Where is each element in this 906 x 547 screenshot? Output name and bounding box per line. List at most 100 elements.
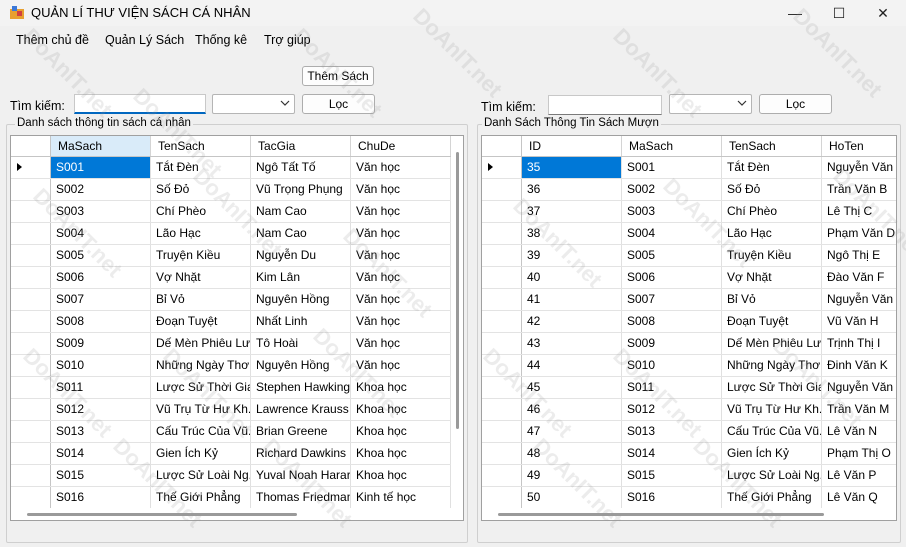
horizontal-scrollbar[interactable] — [482, 508, 896, 520]
grid-cell[interactable]: Gien Ích Kỷ — [722, 443, 822, 464]
grid-cell[interactable]: S001 — [622, 157, 722, 178]
grid-cell[interactable]: Dế Mèn Phiêu Lư... — [151, 333, 251, 354]
book-row[interactable]: S012 Vũ Trụ Từ Hư Kh... Lawrence Krauss Kho… — [11, 399, 451, 421]
grid-cell[interactable]: Yuval Noah Harari — [251, 465, 351, 486]
grid-cell[interactable]: Khoa học — [351, 377, 451, 398]
left-filter-combo[interactable] — [212, 94, 295, 114]
grid-cell[interactable]: Lược Sử Thời Gian — [151, 377, 251, 398]
grid-cell[interactable]: S015 — [51, 465, 151, 486]
book-row[interactable]: S013 Cấu Trúc Của Vũ... Brian Greene Khoa h… — [11, 421, 451, 443]
row-header[interactable] — [11, 245, 51, 266]
row-header[interactable] — [482, 399, 522, 420]
left-search-input[interactable] — [74, 94, 206, 114]
book-row[interactable]: S006 Vợ Nhặt Kim Lân Văn học — [11, 267, 451, 289]
borrowed-book-row[interactable]: 38 S004 Lão Hạc Phạm Văn D — [482, 223, 896, 245]
grid-cell[interactable]: 44 — [522, 355, 622, 376]
grid-cell[interactable]: Văn học — [351, 223, 451, 244]
grid-cell[interactable]: Lawrence Krauss — [251, 399, 351, 420]
grid-cell[interactable]: Lê Văn N — [822, 421, 896, 442]
grid-cell[interactable]: Truyện Kiều — [151, 245, 251, 266]
grid-cell[interactable]: Kinh tế học — [351, 487, 451, 508]
row-header[interactable] — [11, 223, 51, 244]
row-header[interactable] — [11, 267, 51, 288]
grid-cell[interactable]: S007 — [622, 289, 722, 310]
grid-cell[interactable]: Richard Dawkins — [251, 443, 351, 464]
grid-cell[interactable]: Nguyễn Du — [251, 245, 351, 266]
book-row[interactable]: S011 Lược Sử Thời Gian Stephen Hawking Khoa… — [11, 377, 451, 399]
book-row[interactable]: S014 Gien Ích Kỷ Richard Dawkins Khoa học — [11, 443, 451, 465]
menu-item-them-chu-de[interactable]: Thêm chủ đề — [16, 33, 89, 47]
row-header[interactable] — [482, 157, 522, 178]
grid-cell[interactable]: 43 — [522, 333, 622, 354]
grid-cell[interactable]: 40 — [522, 267, 622, 288]
borrowed-book-row[interactable]: 47 S013 Cấu Trúc Của Vũ... Lê Văn N — [482, 421, 896, 443]
grid-cell[interactable]: 47 — [522, 421, 622, 442]
grid-cell[interactable]: Tắt Đèn — [722, 157, 822, 178]
grid-cell[interactable]: S011 — [622, 377, 722, 398]
grid-cell[interactable]: 45 — [522, 377, 622, 398]
column-header-masach[interactable]: MaSach — [622, 136, 722, 156]
menu-item-thong-ke[interactable]: Thống kê — [195, 33, 247, 47]
book-row[interactable]: S005 Truyện Kiều Nguyễn Du Văn học — [11, 245, 451, 267]
borrowed-books-grid[interactable]: ID MaSach TenSach HoTen 35 S001 Tắt Đèn Ngu… — [481, 135, 897, 521]
row-header[interactable] — [11, 201, 51, 222]
column-header-id[interactable]: ID — [522, 136, 622, 156]
row-header[interactable] — [11, 333, 51, 354]
grid-cell[interactable]: S004 — [622, 223, 722, 244]
book-row[interactable]: S004 Lão Hạc Nam Cao Văn học — [11, 223, 451, 245]
row-header[interactable] — [11, 179, 51, 200]
row-header[interactable] — [482, 201, 522, 222]
book-row[interactable]: S003 Chí Phèo Nam Cao Văn học — [11, 201, 451, 223]
book-row[interactable]: S009 Dế Mèn Phiêu Lư... Tô Hoài Văn học — [11, 333, 451, 355]
row-header[interactable] — [11, 487, 51, 508]
grid-cell[interactable]: S002 — [51, 179, 151, 200]
grid-cell[interactable]: S008 — [51, 311, 151, 332]
grid-cell[interactable]: Số Đỏ — [151, 179, 251, 200]
grid-cell[interactable]: S005 — [622, 245, 722, 266]
grid-cell[interactable]: Vũ Trọng Phụng — [251, 179, 351, 200]
grid-cell[interactable]: 42 — [522, 311, 622, 332]
grid-cell[interactable]: S009 — [622, 333, 722, 354]
grid-cell[interactable]: Thế Giới Phẳng — [151, 487, 251, 508]
grid-cell[interactable]: Khoa học — [351, 421, 451, 442]
grid-cell[interactable]: Khoa học — [351, 399, 451, 420]
grid-cell[interactable]: S004 — [51, 223, 151, 244]
grid-cell[interactable]: Đoạn Tuyệt — [722, 311, 822, 332]
grid-cell[interactable]: S015 — [622, 465, 722, 486]
grid-cell[interactable]: Thế Giới Phẳng — [722, 487, 822, 508]
grid-cell[interactable]: Kim Lân — [251, 267, 351, 288]
borrowed-book-row[interactable]: 44 S010 Những Ngày Thơ... Đinh Văn K — [482, 355, 896, 377]
grid-cell[interactable]: 39 — [522, 245, 622, 266]
minimize-button[interactable]: — — [772, 0, 818, 26]
row-header[interactable] — [482, 355, 522, 376]
grid-cell[interactable]: Lược Sử Thời Gian — [722, 377, 822, 398]
grid-cell[interactable]: Truyện Kiều — [722, 245, 822, 266]
grid-cell[interactable]: Vợ Nhặt — [722, 267, 822, 288]
menu-item-quan-ly-sach[interactable]: Quản Lý Sách — [105, 33, 184, 47]
grid-cell[interactable]: 46 — [522, 399, 622, 420]
grid-cell[interactable]: Vợ Nhặt — [151, 267, 251, 288]
grid-cell[interactable]: 35 — [522, 157, 622, 178]
row-header[interactable] — [11, 377, 51, 398]
grid-cell[interactable]: Dế Mèn Phiêu Lư... — [722, 333, 822, 354]
grid-cell[interactable]: S006 — [622, 267, 722, 288]
grid-cell[interactable]: Trần Văn M — [822, 399, 896, 420]
row-header[interactable] — [11, 311, 51, 332]
grid-cell[interactable]: Nguyễn Văn — [822, 289, 896, 310]
row-header[interactable] — [11, 443, 51, 464]
borrowed-book-row[interactable]: 42 S008 Đoạn Tuyệt Vũ Văn H — [482, 311, 896, 333]
book-row[interactable]: S016 Thế Giới Phẳng Thomas Friedman Kinh tế… — [11, 487, 451, 509]
grid-cell[interactable]: Văn học — [351, 267, 451, 288]
row-header[interactable] — [482, 377, 522, 398]
row-header[interactable] — [11, 157, 51, 178]
borrowed-book-row[interactable]: 45 S011 Lược Sử Thời Gian Nguyễn Văn — [482, 377, 896, 399]
grid-cell[interactable]: Số Đỏ — [722, 179, 822, 200]
grid-cell[interactable]: Tắt Đèn — [151, 157, 251, 178]
grid-cell[interactable]: Cấu Trúc Của Vũ... — [151, 421, 251, 442]
grid-cell[interactable]: Nhất Linh — [251, 311, 351, 332]
grid-cell[interactable]: 37 — [522, 201, 622, 222]
row-header[interactable] — [11, 421, 51, 442]
row-header[interactable] — [482, 245, 522, 266]
right-search-input[interactable] — [548, 95, 662, 115]
grid-cell[interactable]: Những Ngày Thơ... — [151, 355, 251, 376]
